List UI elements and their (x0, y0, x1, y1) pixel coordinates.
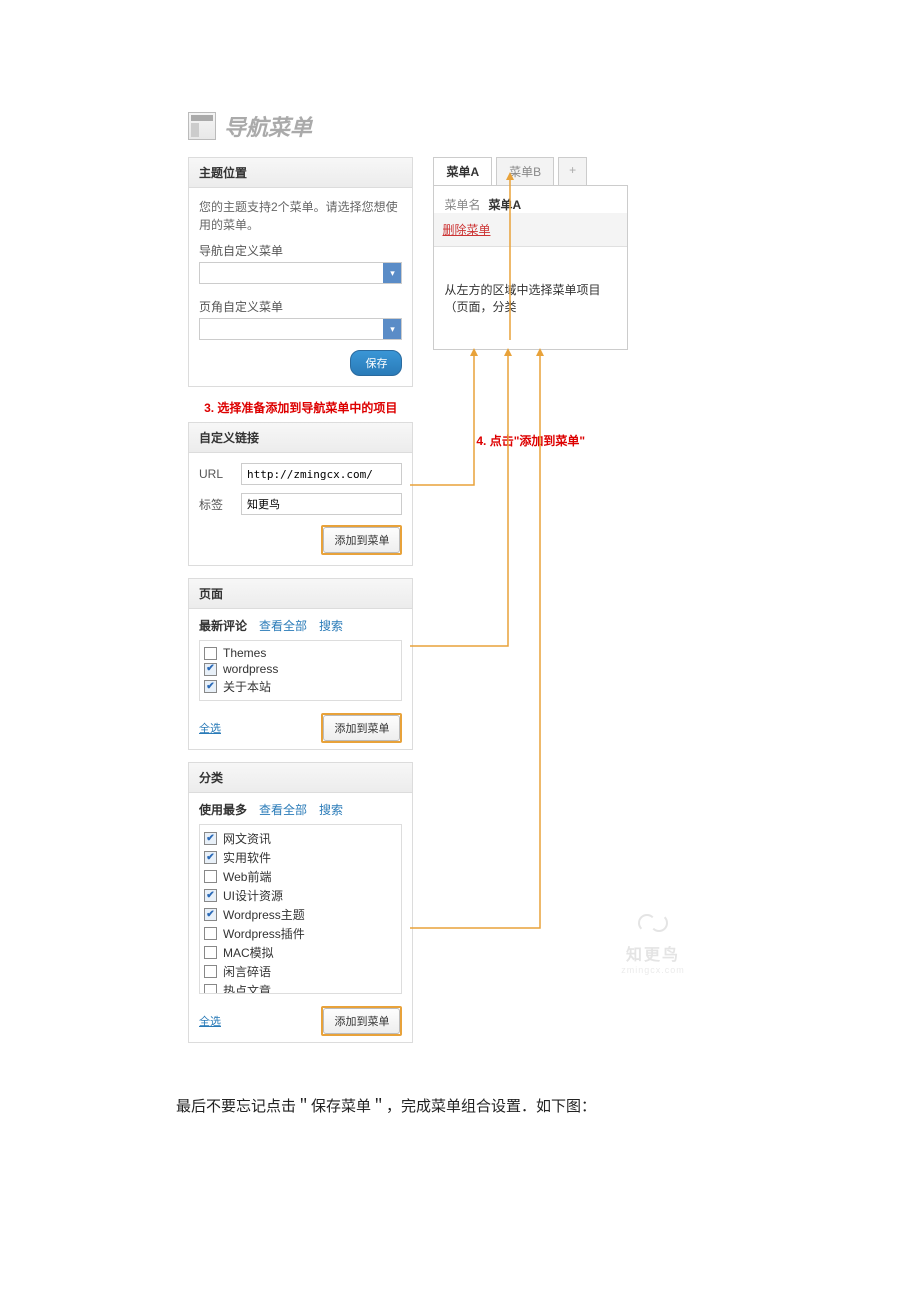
nav-menu-label: 导航自定义菜单 (199, 242, 402, 259)
add-categories-highlight: 添加到菜单 (321, 1006, 402, 1036)
checkbox[interactable] (204, 984, 217, 994)
theme-location-panel: 主题位置 您的主题支持2个菜单。请选择您想使用的菜单。 导航自定义菜单 ▾ 页角… (188, 157, 413, 387)
add-categories-button[interactable]: 添加到菜单 (323, 1008, 400, 1034)
nav-menu-icon (188, 112, 216, 140)
list-item-label: 实用软件 (223, 849, 271, 866)
checkbox[interactable] (204, 927, 217, 940)
list-item-label: 网文资讯 (223, 830, 271, 847)
pages-tab-search[interactable]: 搜索 (319, 617, 343, 634)
pages-tab-all[interactable]: 查看全部 (259, 617, 307, 634)
checkbox[interactable] (204, 965, 217, 978)
pages-tab-recent[interactable]: 最新评论 (199, 617, 247, 634)
nav-menu-select[interactable]: ▾ (199, 262, 402, 284)
watermark-title: 知更鸟 (578, 941, 728, 965)
list-item-label: 关于本站 (223, 678, 271, 695)
list-item-label: Web前端 (223, 868, 271, 885)
list-item: Wordpress插件 (204, 924, 397, 943)
annotation-step-4: 4. 点击"添加到菜单" (433, 432, 628, 449)
menu-tabs: 菜单A 菜单B + (433, 157, 628, 185)
list-item: MAC模拟 (204, 943, 397, 962)
menu-tab-b[interactable]: 菜单B (496, 157, 554, 185)
list-item-label: Themes (223, 646, 266, 660)
watermark-logo-icon (636, 905, 670, 939)
checkbox[interactable] (204, 946, 217, 959)
menu-editor: 菜单名 菜单A 删除菜单 从左方的区域中选择菜单项目（页面，分类 (433, 185, 628, 350)
tag-input[interactable] (241, 493, 402, 515)
annotation-step-3: 3. 选择准备添加到导航菜单中的项目 (188, 399, 413, 416)
categories-panel: 分类 使用最多 查看全部 搜索 网文资讯实用软件 Web前端 UI设计资源 Wordp… (188, 762, 413, 1043)
list-item: UI设计资源 (204, 886, 397, 905)
categories-select-all[interactable]: 全选 (199, 1013, 221, 1029)
menu-empty-hint: 从左方的区域中选择菜单项目（页面，分类 (444, 257, 617, 339)
list-item-label: 闲言碎语 (223, 963, 271, 980)
chevron-down-icon: ▾ (383, 263, 401, 283)
checkbox[interactable] (204, 832, 217, 845)
url-input[interactable] (241, 463, 402, 485)
watermark: 知更鸟 zmingcx.com (578, 905, 728, 975)
menu-name-value: 菜单A (488, 196, 521, 213)
categories-title: 分类 (189, 763, 412, 793)
categories-tab-all[interactable]: 查看全部 (259, 801, 307, 818)
list-item-label: Wordpress主题 (223, 906, 305, 923)
page-title: 导航菜单 (224, 110, 312, 142)
custom-link-title: 自定义链接 (189, 423, 412, 453)
list-item: wordpress (204, 661, 397, 677)
pages-title: 页面 (189, 579, 412, 609)
list-item: Web前端 (204, 867, 397, 886)
list-item: 闲言碎语 (204, 962, 397, 981)
tag-label: 标签 (199, 496, 233, 513)
checkbox[interactable] (204, 663, 217, 676)
pages-select-all[interactable]: 全选 (199, 720, 221, 736)
list-item-label: wordpress (223, 662, 278, 676)
list-item-label: UI设计资源 (223, 887, 283, 904)
theme-location-title: 主题位置 (189, 158, 412, 188)
checkbox[interactable] (204, 647, 217, 660)
theme-location-desc: 您的主题支持2个菜单。请选择您想使用的菜单。 (199, 198, 402, 234)
chevron-down-icon: ▾ (383, 319, 401, 339)
pages-panel: 页面 最新评论 查看全部 搜索 Themes wordpress 关于本站 全选 添… (188, 578, 413, 750)
checkbox[interactable] (204, 889, 217, 902)
checkbox[interactable] (204, 851, 217, 864)
list-item: 关于本站 (204, 677, 397, 696)
url-label: URL (199, 467, 233, 481)
categories-list: 网文资讯实用软件 Web前端 UI设计资源 Wordpress主题 Wordpress插… (199, 824, 402, 994)
add-custom-link-button[interactable]: 添加到菜单 (323, 527, 400, 553)
menu-tab-a[interactable]: 菜单A (433, 157, 492, 185)
list-item-label: 热点文章 (223, 982, 271, 994)
add-pages-highlight: 添加到菜单 (321, 713, 402, 743)
save-button[interactable]: 保存 (350, 350, 402, 376)
menu-tab-add[interactable]: + (558, 157, 587, 185)
footer-instruction: 最后不要忘记点击＂保存菜单＂，完成菜单组合设置．如下图： (176, 1095, 920, 1116)
footer-menu-select[interactable]: ▾ (199, 318, 402, 340)
list-item: 热点文章 (204, 981, 397, 994)
list-item: Themes (204, 645, 397, 661)
list-item: 实用软件 (204, 848, 397, 867)
list-item-label: Wordpress插件 (223, 925, 305, 942)
categories-tab-most[interactable]: 使用最多 (199, 801, 247, 818)
checkbox[interactable] (204, 680, 217, 693)
categories-tab-search[interactable]: 搜索 (319, 801, 343, 818)
list-item: 网文资讯 (204, 829, 397, 848)
list-item-label: MAC模拟 (223, 944, 274, 961)
checkbox[interactable] (204, 870, 217, 883)
custom-link-panel: 自定义链接 URL 标签 添加到菜单 (188, 422, 413, 566)
list-item: Wordpress主题 (204, 905, 397, 924)
watermark-sub: zmingcx.com (578, 965, 728, 975)
checkbox[interactable] (204, 908, 217, 921)
add-pages-button[interactable]: 添加到菜单 (323, 715, 400, 741)
delete-menu-link[interactable]: 删除菜单 (442, 223, 490, 237)
menu-name-label: 菜单名 (444, 196, 480, 213)
pages-list: Themes wordpress 关于本站 (199, 640, 402, 701)
add-custom-link-highlight: 添加到菜单 (321, 525, 402, 555)
footer-menu-label: 页角自定义菜单 (199, 298, 402, 315)
